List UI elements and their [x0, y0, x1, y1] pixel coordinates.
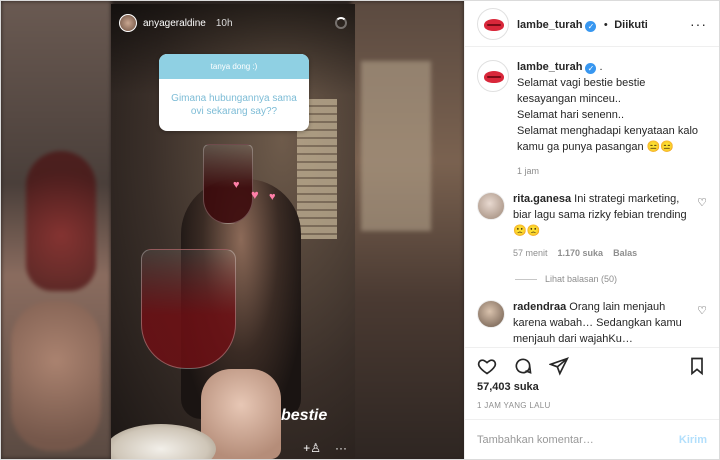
add-person-icon: +♙ — [303, 441, 321, 455]
caption-time: 1 jam — [517, 165, 540, 176]
blurred-background-right — [351, 1, 464, 459]
caption-line: Selamat hari senenn.. — [517, 108, 625, 121]
caption-text: lambe_turah ✓ . Selamat vagi bestie besti… — [517, 60, 707, 156]
reply-button[interactable]: Balas — [613, 247, 637, 260]
divider-line — [515, 278, 537, 280]
post-sidebar: lambe_turah ✓ • Diikuti ··· lambe_turah ✓ … — [464, 1, 719, 459]
story-photo-wine-glass-front — [141, 249, 236, 369]
blurred-wine-glass — [26, 151, 96, 291]
lips-logo — [484, 18, 504, 31]
comment-time: 57 menit — [513, 248, 548, 259]
comment-item: rita.ganesa Ini strategi marketing, biar… — [477, 191, 707, 261]
separator-dot: • — [603, 18, 608, 31]
heart-icon: ♥ — [251, 187, 259, 202]
blurred-hand — [11, 301, 101, 451]
view-replies-link[interactable]: Lihat balasan (50) — [515, 274, 707, 284]
heart-icon: ♥ — [233, 179, 240, 191]
post-media[interactable]: anyageraldine 10h tanya dong :) Gimana h… — [1, 1, 464, 459]
comments-section[interactable]: lambe_turah ✓ . Selamat vagi bestie besti… — [465, 48, 719, 346]
action-bar — [465, 347, 719, 383]
comment-avatar[interactable] — [477, 191, 505, 220]
post-header: lambe_turah ✓ • Diikuti ··· — [465, 1, 719, 47]
question-sticker-text: Gimana hubungannya sama ovi sekarang say… — [171, 93, 297, 117]
comment-body: rita.ganesa Ini strategi marketing, biar… — [513, 192, 689, 261]
verified-icon: ✓ — [585, 20, 597, 32]
story-username: anyageraldine — [143, 17, 206, 29]
instagram-post-window: anyageraldine 10h tanya dong :) Gimana h… — [0, 0, 720, 460]
follow-status-button[interactable]: Diikuti — [614, 19, 648, 31]
story-header: anyageraldine 10h — [119, 12, 347, 34]
comment-meta: 57 menit 1.170 suka Balas — [513, 247, 689, 260]
blurred-window — [361, 61, 431, 231]
bestie-sticker: bestie — [281, 407, 328, 424]
author-username[interactable]: lambe_turah — [517, 19, 582, 31]
question-sticker: tanya dong :) Gimana hubungannya sama ov… — [159, 54, 309, 131]
lips-logo — [484, 71, 504, 83]
comment-username[interactable]: radendraa — [513, 301, 566, 313]
comment-avatar[interactable] — [477, 300, 505, 329]
heart-icon[interactable] — [477, 356, 497, 376]
comment-like-heart-icon[interactable]: ♡ — [697, 304, 707, 346]
author-avatar[interactable] — [477, 7, 509, 40]
share-icon[interactable] — [549, 356, 569, 376]
posted-time: 1 JAM YANG LALU — [477, 401, 551, 410]
add-comment-bar: Kirim — [465, 419, 719, 459]
comment-username[interactable]: rita.ganesa — [513, 193, 571, 205]
question-sticker-header: tanya dong :) — [159, 54, 309, 79]
story-bottom-bar: +♙ ··· — [303, 441, 347, 455]
comment-likes[interactable]: 1.170 suka — [558, 247, 604, 260]
caption-avatar[interactable] — [477, 60, 509, 92]
post-comment-button[interactable]: Kirim — [679, 434, 707, 446]
caption-suffix: . — [599, 61, 603, 73]
blurred-background-left — [1, 1, 111, 459]
more-horizontal-icon: ··· — [335, 441, 347, 455]
comment-input[interactable] — [477, 433, 679, 446]
comment-body: radendraa Orang lain menjauh karena waba… — [513, 300, 689, 346]
heart-stickers: ♥ ♥ ♥ — [229, 180, 289, 208]
story-screenshot: anyageraldine 10h tanya dong :) Gimana h… — [111, 4, 355, 459]
caption-line: Selamat menghadapi kenyataan kalo kamu g… — [517, 124, 699, 153]
bookmark-icon[interactable] — [687, 356, 707, 376]
more-icon[interactable]: ··· — [690, 16, 707, 32]
loader-icon — [335, 17, 347, 29]
view-replies-label: Lihat balasan (50) — [545, 274, 618, 285]
verified-icon: ✓ — [585, 63, 597, 74]
heart-icon: ♥ — [269, 191, 276, 203]
story-avatar — [119, 14, 137, 32]
comment-item: radendraa Orang lain menjauh karena waba… — [477, 300, 707, 346]
comment-icon[interactable] — [513, 356, 533, 376]
story-time: 10h — [215, 17, 233, 29]
comment-like-heart-icon[interactable]: ♡ — [697, 196, 707, 261]
caption: lambe_turah ✓ . Selamat vagi bestie besti… — [477, 60, 707, 156]
likes-count[interactable]: 57,403 suka — [477, 381, 539, 393]
caption-username[interactable]: lambe_turah — [517, 61, 582, 73]
caption-line: Selamat vagi bestie bestie kesayangan mi… — [517, 76, 646, 105]
